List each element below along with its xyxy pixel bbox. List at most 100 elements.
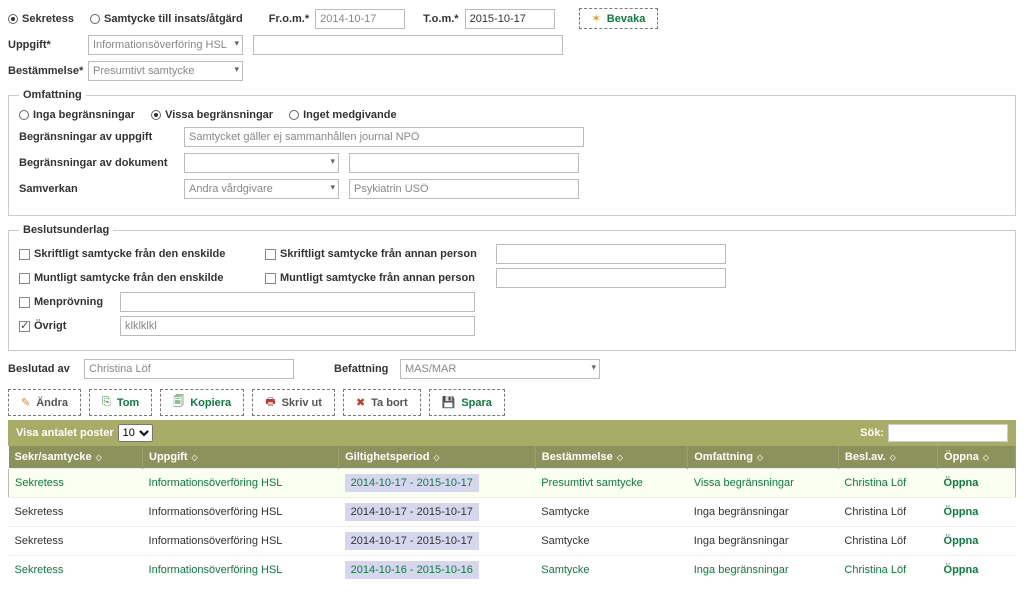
chk-menprovning-label: Menprövning (34, 296, 114, 308)
chk-skriftligt-enskilde-label: Skriftligt samtycke från den enskilde (34, 248, 259, 260)
bestammelse-select-wrap[interactable] (88, 61, 243, 81)
uppgift-select-wrap[interactable] (88, 35, 243, 55)
col-beslav[interactable]: Besl.av.◇ (838, 446, 937, 469)
begr-dokument-select[interactable] (184, 153, 339, 173)
table-row[interactable]: SekretessInformationsöverföring HSL2014-… (9, 498, 1016, 527)
chk-menprovning[interactable] (19, 297, 30, 308)
tabort-label: Ta bort (371, 397, 407, 409)
beslut-row4: Övrigt (19, 316, 1005, 336)
samverkan-label: Samverkan (19, 183, 184, 195)
bestammelse-row: Bestämmelse (8, 61, 1016, 81)
kopiera-button[interactable]: 🗐 Kopiera (160, 389, 244, 416)
chk-muntligt-annan[interactable] (265, 273, 276, 284)
beslut-row1: Skriftligt samtycke från den enskilde Sk… (19, 244, 1005, 264)
chk-muntligt-enskilde[interactable] (19, 273, 30, 284)
bevaka-button[interactable]: ✶ Bevaka (579, 8, 659, 29)
beslut-row3: Menprövning (19, 292, 1005, 312)
open-link[interactable]: Öppna (944, 477, 979, 489)
table-row[interactable]: SekretessInformationsöverföring HSL2014-… (9, 527, 1016, 556)
andra-label: Ändra (36, 397, 68, 409)
pencil-icon: ✎ (21, 396, 30, 409)
period-cell: 2014-10-17 - 2015-10-17 (345, 503, 479, 521)
samverkan-row: Samverkan (19, 179, 1005, 199)
col-oppna[interactable]: Öppna◇ (938, 446, 1016, 469)
radio-inget[interactable] (289, 110, 299, 120)
tom-button[interactable]: ⎘ Tom (89, 389, 152, 416)
chk-ovrigt-label: Övrigt (34, 320, 114, 332)
table-row[interactable]: SekretessInformationsöverföring HSL2014-… (9, 556, 1016, 585)
open-link[interactable]: Öppna (944, 564, 979, 576)
radio-vissa-label: Vissa begränsningar (165, 109, 273, 121)
bestammelse-select[interactable] (88, 61, 243, 81)
page-size-select[interactable]: 10 (118, 424, 153, 442)
open-link[interactable]: Öppna (944, 506, 979, 518)
scope-radios: Inga begränsningar Vissa begränsningar I… (19, 109, 1005, 121)
action-toolbar: ✎ Ändra ⎘ Tom 🗐 Kopiera 🖶 Skriv ut ✖ Ta … (8, 389, 1016, 416)
befattning-label: Befattning (334, 363, 394, 375)
radio-inga-label: Inga begränsningar (33, 109, 135, 121)
muntligt-annan-input[interactable] (496, 268, 726, 288)
col-sekr[interactable]: Sekr/samtycke◇ (9, 446, 143, 469)
befattning-select[interactable] (400, 359, 600, 379)
beslutsunderlag-legend: Beslutsunderlag (19, 224, 113, 236)
chk-muntligt-annan-label: Muntligt samtycke från annan person (280, 272, 490, 284)
uppgift-row: Uppgift (8, 35, 1016, 55)
sort-icon: ◇ (433, 453, 439, 462)
begr-uppgift-label: Begränsningar av uppgift (19, 131, 184, 143)
uppgift-select[interactable] (88, 35, 243, 55)
radio-vissa[interactable] (151, 110, 161, 120)
blank-icon: ⎘ (102, 396, 111, 409)
copy-icon: 🗐 (173, 393, 184, 412)
bestammelse-label: Bestämmelse (8, 65, 88, 77)
uppgift-extra-input[interactable] (253, 35, 563, 55)
skrivut-button[interactable]: 🖶 Skriv ut (252, 389, 335, 416)
top-row: Sekretess Samtycke till insats/åtgärd Fr… (8, 8, 1016, 29)
pager-bar: Visa antalet poster 10 Sök: (8, 420, 1016, 446)
radio-sekretess[interactable] (8, 14, 18, 24)
befattning-select-wrap[interactable] (400, 359, 600, 379)
chk-skriftligt-annan[interactable] (265, 249, 276, 260)
search-label: Sök: (860, 427, 884, 439)
col-uppgift[interactable]: Uppgift◇ (143, 446, 339, 469)
beslut-row2: Muntligt samtycke från den enskilde Munt… (19, 268, 1005, 288)
col-bestammelse[interactable]: Bestämmelse◇ (535, 446, 688, 469)
from-label: Fr.o.m. (269, 13, 309, 25)
skriftligt-annan-input[interactable] (496, 244, 726, 264)
samverkan-select-wrap[interactable] (184, 179, 339, 199)
samverkan-input[interactable] (349, 179, 579, 199)
col-omfattning[interactable]: Omfattning◇ (688, 446, 839, 469)
chk-muntligt-enskilde-label: Muntligt samtycke från den enskilde (34, 272, 259, 284)
open-link[interactable]: Öppna (944, 535, 979, 547)
chk-skriftligt-enskilde[interactable] (19, 249, 30, 260)
begr-dokument-select-wrap[interactable] (184, 153, 339, 173)
from-input[interactable] (315, 9, 405, 29)
tabort-button[interactable]: ✖ Ta bort (343, 389, 421, 416)
table-row[interactable]: SekretessInformationsöverföring HSL2014-… (9, 469, 1016, 498)
tom-label: T.o.m. (423, 13, 458, 25)
search-input[interactable] (888, 424, 1008, 442)
spara-button[interactable]: 💾 Spara (429, 389, 505, 416)
beslutsunderlag-fieldset: Beslutsunderlag Skriftligt samtycke från… (8, 224, 1016, 351)
omfattning-legend: Omfattning (19, 89, 86, 101)
menprovning-input[interactable] (120, 292, 475, 312)
tom-label: Tom (117, 397, 139, 409)
andra-button[interactable]: ✎ Ändra (8, 389, 81, 416)
sort-icon: ◇ (617, 453, 623, 462)
radio-inga[interactable] (19, 110, 29, 120)
beslutad-av-label: Beslutad av (8, 363, 78, 375)
omfattning-fieldset: Omfattning Inga begränsningar Vissa begr… (8, 89, 1016, 216)
period-cell: 2014-10-17 - 2015-10-17 (345, 532, 479, 550)
samverkan-select[interactable] (184, 179, 339, 199)
begr-dokument-row: Begränsningar av dokument (19, 153, 1005, 173)
begr-dokument-input[interactable] (349, 153, 579, 173)
chk-ovrigt[interactable] (19, 321, 30, 332)
radio-samtycke[interactable] (90, 14, 100, 24)
beslutad-av-input[interactable] (84, 359, 294, 379)
begr-uppgift-row: Begränsningar av uppgift (19, 127, 1005, 147)
begr-uppgift-input[interactable] (184, 127, 584, 147)
ovrigt-input[interactable] (120, 316, 475, 336)
sort-icon: ◇ (192, 453, 198, 462)
tom-input[interactable] (465, 9, 555, 29)
col-giltighet[interactable]: Giltighetsperiod◇ (339, 446, 536, 469)
period-cell: 2014-10-17 - 2015-10-17 (345, 474, 479, 492)
